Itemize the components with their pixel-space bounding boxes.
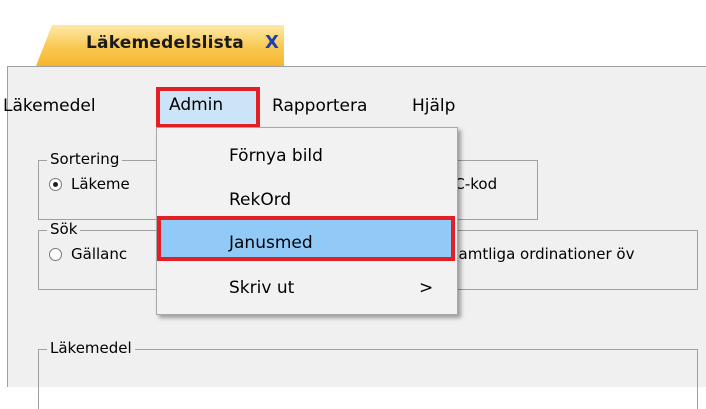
- tab-title: Läkemedelslista: [86, 33, 244, 53]
- lakemedel-group-title: Läkemedel: [47, 339, 135, 357]
- menu-hjalp[interactable]: Hjälp: [412, 96, 455, 116]
- menu-admin[interactable]: Admin: [169, 95, 223, 115]
- sok-option-1: Gällanc: [71, 245, 128, 263]
- admin-dropdown-menu: Förnya bild RekOrd Janusmed Skriv ut >: [156, 127, 458, 315]
- menu-item-janusmed[interactable]: Janusmed: [229, 233, 313, 253]
- sortering-radio-1[interactable]: [49, 178, 62, 191]
- menu-item-fornya-bild[interactable]: Förnya bild: [229, 146, 323, 166]
- menu-item-rekord[interactable]: RekOrd: [229, 190, 291, 210]
- sok-title: Sök: [47, 220, 81, 238]
- sok-option-2: Samtliga ordinationer öv: [449, 245, 635, 263]
- sok-radio-1[interactable]: [49, 248, 62, 261]
- menubar: Läkemedel Rapportera Hjälp: [3, 91, 706, 125]
- sortering-option-1: Läkeme: [71, 175, 130, 193]
- lakemedel-group: Läkemedel: [38, 339, 698, 409]
- chevron-right-icon: >: [419, 278, 434, 298]
- close-icon[interactable]: X: [265, 32, 279, 53]
- menu-lakemedel[interactable]: Läkemedel: [3, 96, 96, 116]
- tab-strip: Läkemedelslista X: [0, 0, 706, 66]
- menu-rapportera[interactable]: Rapportera: [272, 96, 367, 116]
- sortering-title: Sortering: [47, 150, 123, 168]
- menu-item-skriv-ut[interactable]: Skriv ut: [229, 278, 294, 298]
- tab-lakemedelslista[interactable]: Läkemedelslista X: [36, 25, 284, 66]
